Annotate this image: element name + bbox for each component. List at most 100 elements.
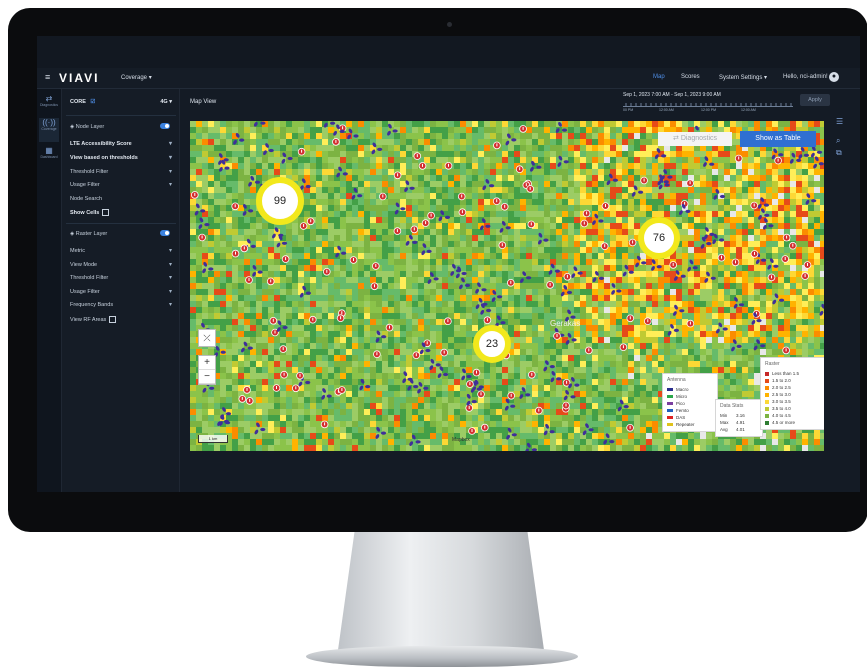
raster-metric-select[interactable]: Metric ▾: [70, 248, 174, 254]
cell-site-marker[interactable]: [393, 227, 402, 235]
cell-site-marker[interactable]: [238, 395, 247, 403]
nav-map[interactable]: Map: [653, 74, 665, 80]
cell-site-marker[interactable]: [500, 203, 509, 211]
cell-site-marker[interactable]: [527, 371, 536, 379]
raster-layer-toggle[interactable]: [160, 230, 170, 236]
apply-button[interactable]: Apply: [800, 94, 830, 106]
cell-site-marker[interactable]: [788, 241, 797, 250]
cell-site-marker[interactable]: [349, 256, 358, 264]
cell-site-marker[interactable]: [584, 346, 593, 355]
raster-usage-filter[interactable]: Usage Filter ▾: [70, 289, 174, 295]
cell-site-marker[interactable]: [782, 346, 790, 355]
cell-site-marker[interactable]: [231, 202, 239, 211]
cell-site-marker[interactable]: [553, 332, 561, 340]
cell-site-marker[interactable]: [493, 141, 501, 150]
cell-site-marker[interactable]: [619, 343, 628, 352]
cell-site-marker[interactable]: [580, 219, 589, 228]
cell-site-marker[interactable]: [750, 201, 758, 210]
cell-site-marker[interactable]: [477, 390, 485, 399]
cell-site-marker[interactable]: [266, 277, 275, 286]
cell-site-marker[interactable]: [483, 316, 492, 325]
zoom-in-button[interactable]: +: [199, 356, 215, 370]
show-cells-checkbox[interactable]: Show Cells: [70, 209, 174, 216]
cell-site-marker[interactable]: [413, 152, 422, 160]
node-threshold-filter[interactable]: Threshold Filter ▾: [70, 169, 174, 175]
core-selector[interactable]: CORE ☑ 4G ▾: [70, 99, 174, 105]
node-search[interactable]: Node Search: [70, 196, 174, 202]
nav-system-settings[interactable]: System Settings ▾: [719, 74, 767, 81]
cell-site-marker[interactable]: [320, 420, 329, 429]
technology-selector[interactable]: 4G ▾: [160, 99, 172, 105]
cell-site-marker[interactable]: [801, 272, 809, 280]
cell-site-marker[interactable]: [373, 350, 381, 359]
cell-site-marker[interactable]: [245, 397, 254, 405]
view-mode-select[interactable]: View based on thresholds ▾: [70, 155, 174, 161]
cell-site-marker[interactable]: [410, 225, 419, 234]
cell-site-marker[interactable]: [198, 233, 206, 242]
cell-site-marker[interactable]: [515, 165, 524, 173]
cell-site-marker[interactable]: [767, 273, 776, 282]
cell-site-marker[interactable]: [506, 279, 515, 287]
cell-site-marker[interactable]: [628, 238, 637, 247]
cell-site-marker[interactable]: [640, 176, 648, 185]
cell-site-marker[interactable]: [336, 314, 345, 323]
cell-site-marker[interactable]: [803, 261, 812, 269]
cell-site-marker[interactable]: [492, 197, 501, 205]
cell-site-marker[interactable]: [240, 244, 249, 253]
cell-site-marker[interactable]: [191, 191, 199, 199]
user-avatar-icon[interactable]: ●: [829, 72, 839, 82]
diagnostics-button[interactable]: ⇄ Diagnostics: [658, 132, 732, 146]
rail-coverage[interactable]: ((·)) Coverage: [39, 118, 59, 142]
rail-diagnostics[interactable]: ⇄ Diagnostics: [39, 94, 59, 107]
raster-view-mode[interactable]: View Mode ▾: [70, 262, 174, 268]
cell-site-marker[interactable]: [527, 220, 536, 229]
cell-site-marker[interactable]: [243, 386, 251, 394]
view-rf-areas-checkbox[interactable]: View RF Areas: [70, 316, 174, 323]
node-layer-toggle[interactable]: [160, 123, 170, 129]
cell-site-marker[interactable]: [626, 314, 635, 323]
frequency-bands-select[interactable]: Frequency Bands ▾: [70, 302, 174, 308]
cell-site-marker[interactable]: [393, 171, 402, 180]
cell-site-marker[interactable]: [526, 185, 535, 193]
date-range[interactable]: Sep 1, 2023 7:00 AM - Sep 1, 2023 9:00 A…: [623, 92, 721, 98]
cell-site-marker[interactable]: [245, 276, 253, 284]
cell-site-marker[interactable]: [750, 250, 759, 258]
cell-site-marker[interactable]: [323, 268, 331, 276]
cell-site-marker[interactable]: [519, 125, 527, 133]
cell-site-marker[interactable]: [421, 219, 430, 227]
cell-site-marker[interactable]: [427, 211, 435, 220]
cell-site-marker[interactable]: [306, 217, 315, 226]
cell-site-marker[interactable]: [296, 372, 304, 380]
cell-site-marker[interactable]: [472, 368, 481, 377]
show-as-table-button[interactable]: Show as Table: [740, 131, 816, 147]
cell-site-marker[interactable]: [281, 255, 290, 263]
cell-site-marker[interactable]: [782, 233, 791, 242]
cell-site-marker[interactable]: [562, 401, 570, 410]
cell-site-marker[interactable]: [444, 317, 452, 326]
node-cluster[interactable]: 23: [473, 325, 511, 363]
cell-site-marker[interactable]: [379, 192, 387, 201]
cell-site-marker[interactable]: [309, 315, 317, 324]
cell-site-marker[interactable]: [412, 351, 421, 360]
cell-site-marker[interactable]: [781, 255, 789, 263]
cell-site-marker[interactable]: [734, 154, 743, 163]
cell-site-marker[interactable]: [338, 386, 346, 394]
checkbox-icon[interactable]: [109, 316, 117, 323]
cell-site-marker[interactable]: [498, 241, 507, 249]
cell-site-marker[interactable]: [601, 202, 610, 210]
cell-site-marker[interactable]: [600, 242, 609, 250]
user-greeting[interactable]: Hello, nci-admin!: [783, 74, 828, 80]
edit-icon[interactable]: ☑: [90, 99, 95, 105]
cell-site-marker[interactable]: [774, 156, 782, 165]
raster-threshold-filter[interactable]: Threshold Filter ▾: [70, 275, 174, 281]
cell-site-marker[interactable]: [297, 147, 306, 156]
cell-site-marker[interactable]: [272, 384, 281, 392]
module-selector[interactable]: Coverage ▾: [121, 74, 152, 81]
cell-site-marker[interactable]: [626, 423, 634, 432]
search-icon[interactable]: ⌕: [836, 136, 843, 146]
list-icon[interactable]: ☰: [836, 117, 843, 126]
coverage-map[interactable]: ⇄ Diagnostics Show as Table 99 76 23 Ger…: [190, 121, 824, 451]
nav-scores[interactable]: Scores: [681, 74, 700, 80]
cell-site-marker[interactable]: [457, 192, 466, 201]
cell-site-marker[interactable]: [466, 380, 474, 388]
